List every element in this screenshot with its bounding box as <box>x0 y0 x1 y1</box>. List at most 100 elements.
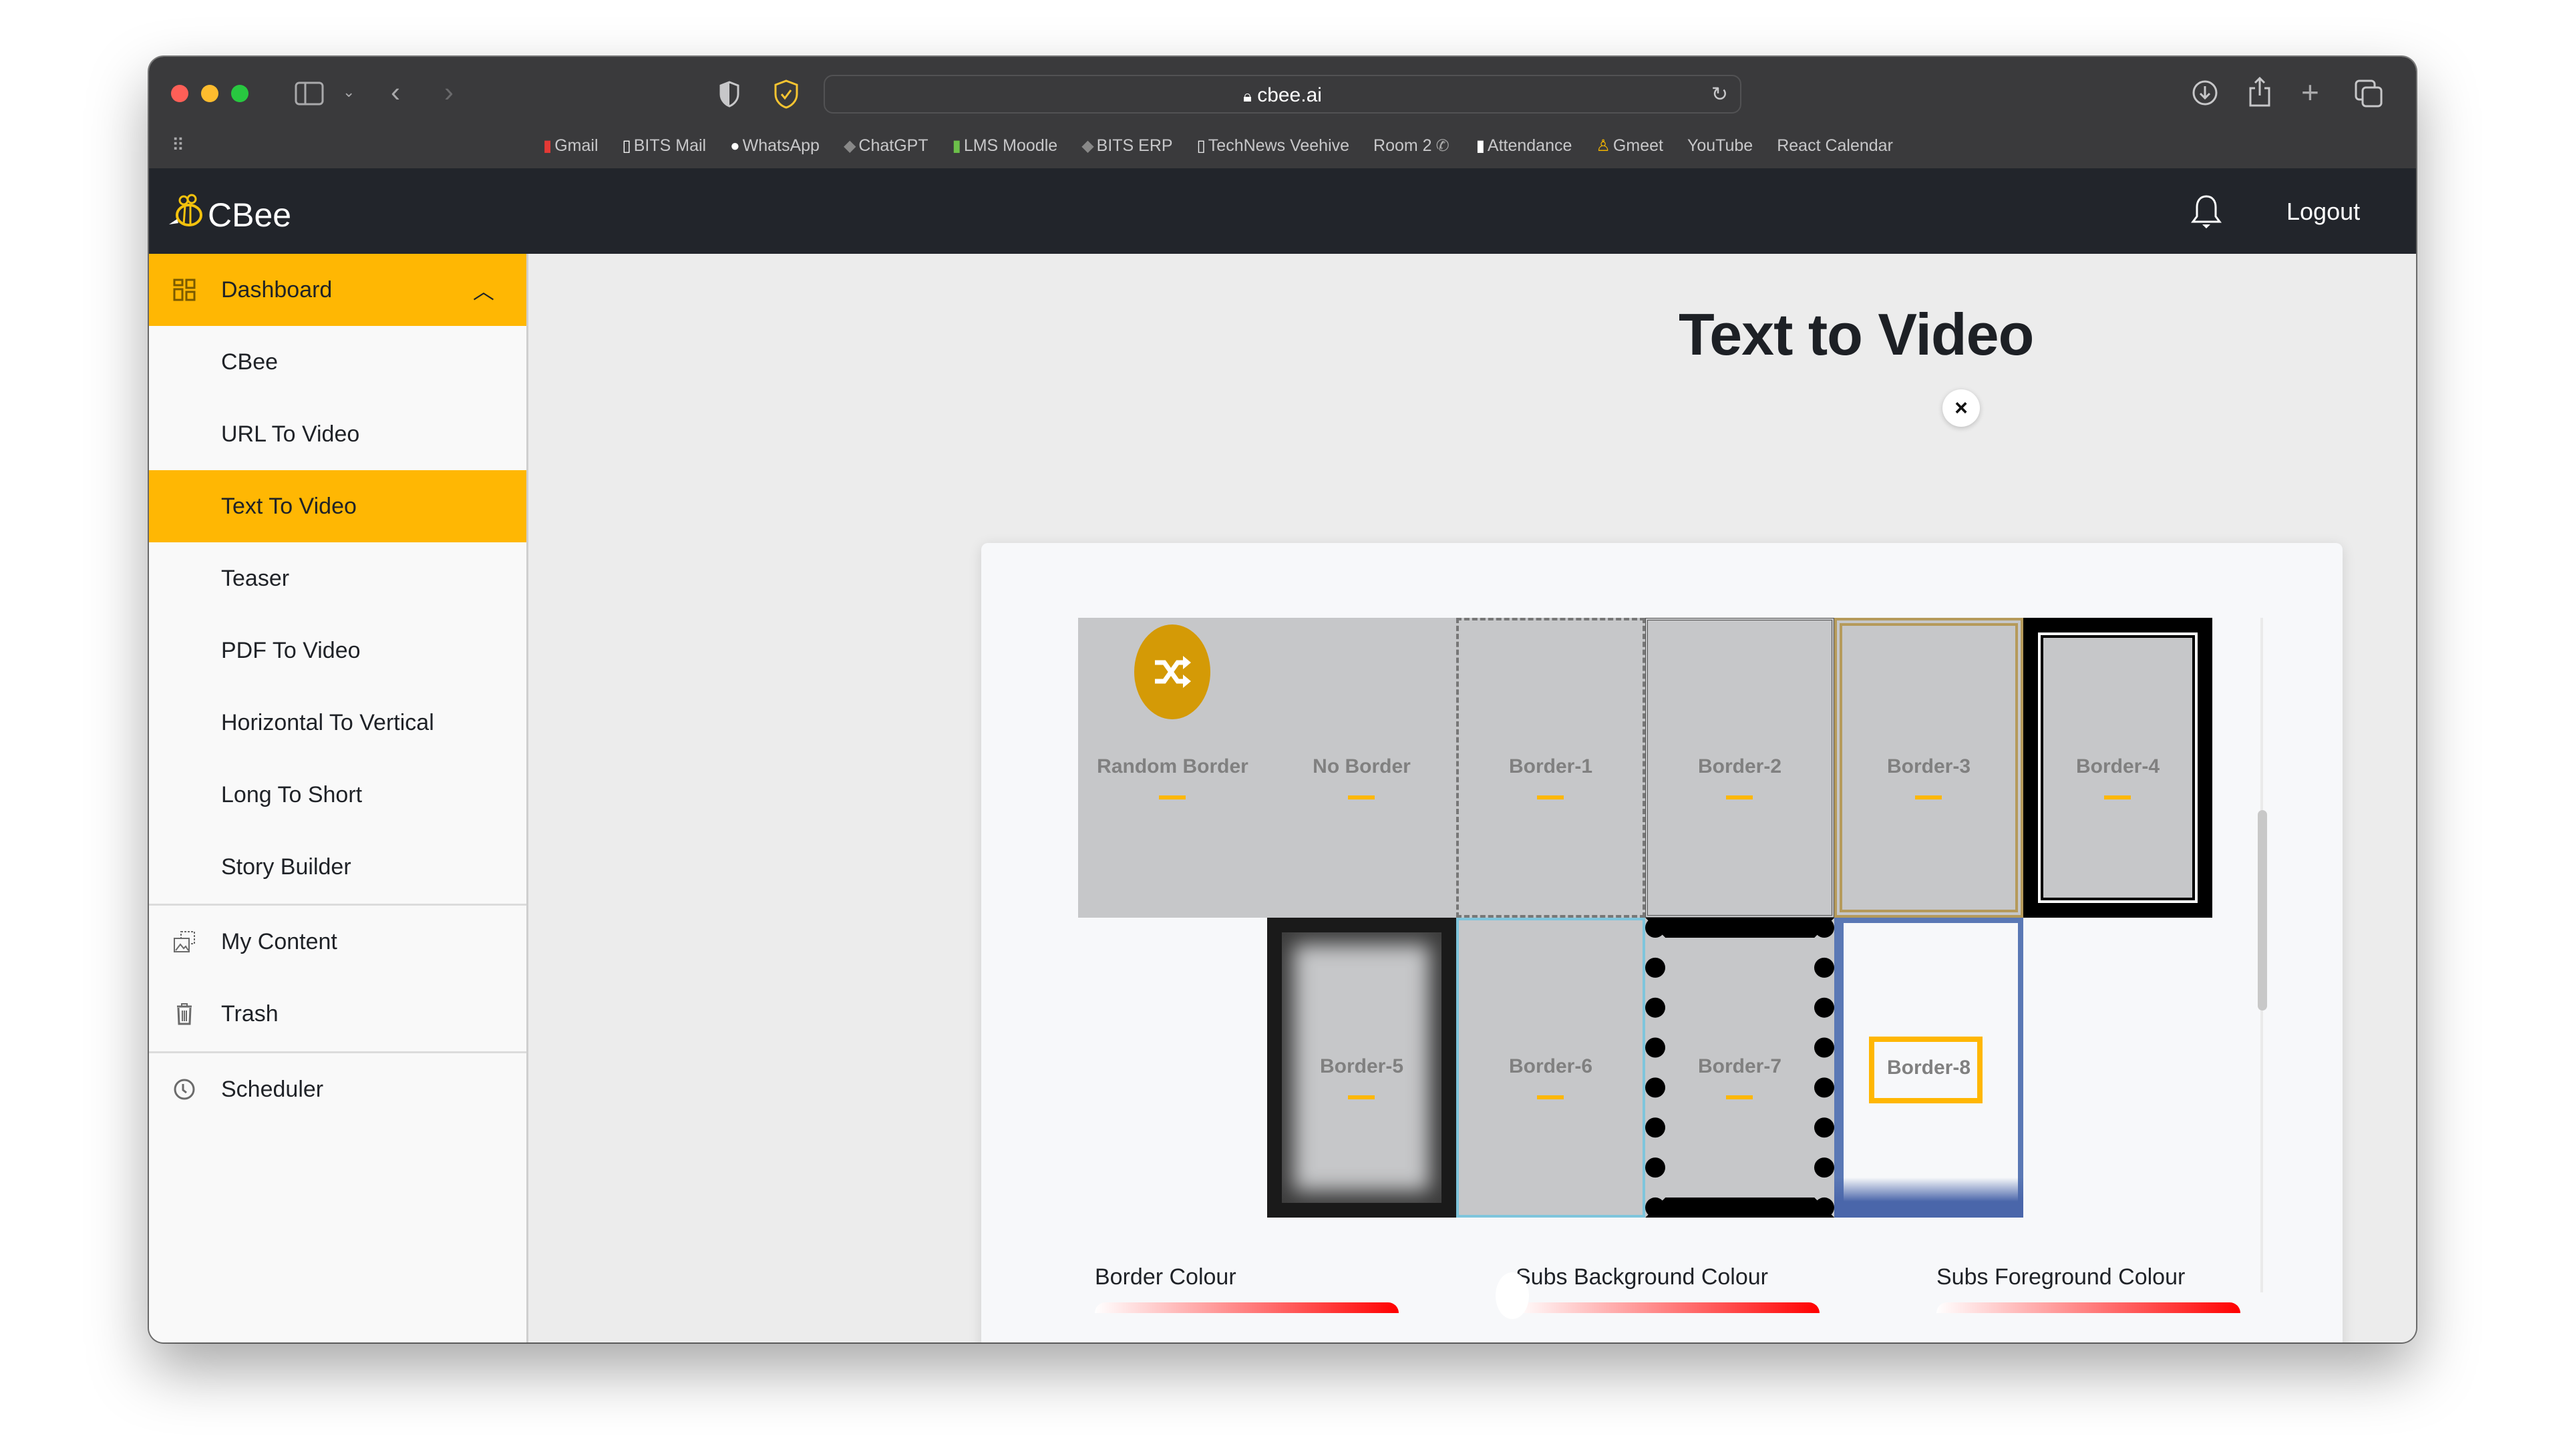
browser-window: ⌄ ‹ › 🔒︎ cbee.ai ↻ + ⠿ ▮ Gmail ▯ BITS Mail… <box>149 57 2416 1342</box>
select-indicator <box>2104 795 2131 799</box>
minimize-window-button[interactable] <box>201 85 218 102</box>
trash-icon <box>173 1003 196 1025</box>
sidebar-item-teaser[interactable]: Teaser <box>149 542 526 614</box>
modal-close-button[interactable]: × <box>1942 389 1980 427</box>
close-window-button[interactable] <box>171 85 188 102</box>
bookmark-lms-moodle[interactable]: ▮ LMS Moodle <box>953 136 1058 156</box>
select-indicator <box>1726 1095 1753 1099</box>
bookmark-attendance[interactable]: ▮ Attendance <box>1476 136 1572 156</box>
border-option-5[interactable]: Border-5 <box>1267 918 1456 1218</box>
sidebar-item-long-to-short[interactable]: Long To Short <box>149 759 526 831</box>
select-indicator <box>1537 1095 1564 1099</box>
logo[interactable]: CBee <box>168 192 291 237</box>
share-icon[interactable] <box>2248 76 2272 112</box>
subs-background-colour-picker[interactable] <box>1516 1302 1820 1313</box>
color-picker-knob[interactable] <box>1496 1272 1529 1319</box>
url-text: cbee.ai <box>1257 84 1322 106</box>
forward-icon[interactable]: › <box>444 78 454 106</box>
select-indicator <box>1726 795 1753 799</box>
border-colour-field: Border Colour <box>1095 1264 1399 1313</box>
speech-bubble-icon: ● <box>730 136 740 155</box>
bookmark-whatsapp[interactable]: ● WhatsApp <box>730 136 820 156</box>
downloads-icon[interactable] <box>2192 79 2218 110</box>
app-header: CBee Logout <box>149 168 2416 254</box>
border-option-random[interactable]: Random Border <box>1078 618 1267 918</box>
border-picker-modal: Random Border No Border Border-1 Border-… <box>981 543 2343 1342</box>
graduation-cap-icon: ◆ <box>1081 137 1094 155</box>
sidebar-item-my-content[interactable]: My Content <box>149 906 526 978</box>
border-colour-picker[interactable] <box>1095 1302 1399 1313</box>
clock-icon <box>173 1078 196 1101</box>
mailbox-icon: ▮ <box>543 137 552 155</box>
border-option-7[interactable]: Border-7 <box>1645 918 1834 1218</box>
url-bar[interactable]: 🔒︎ cbee.ai ↻ <box>824 75 1741 114</box>
select-indicator <box>1348 795 1375 799</box>
adblock-shield-icon[interactable] <box>774 79 799 113</box>
border-option-8[interactable]: Border-8 <box>1834 918 2023 1218</box>
books-icon: ▮ <box>952 137 961 155</box>
bookmark-gmeet[interactable]: ♙ Gmeet <box>1596 136 1663 156</box>
border-option-1[interactable]: Border-1 <box>1456 618 1645 918</box>
privacy-shield-icon[interactable] <box>719 81 739 112</box>
bookmark-bits-erp[interactable]: ◆ BITS ERP <box>1081 136 1172 156</box>
new-tab-icon[interactable]: + <box>2301 77 2319 108</box>
border-option-6[interactable]: Border-6 <box>1456 918 1645 1218</box>
subs-background-colour-field: Subs Background Colour <box>1516 1264 1820 1313</box>
page-title: Text to Video <box>1679 301 2034 367</box>
bee-icon <box>168 192 205 237</box>
border-option-3[interactable]: Border-3 <box>1834 618 2023 918</box>
brush-stroke-decoration <box>1834 1177 2023 1218</box>
dashboard-grid-icon <box>173 279 196 301</box>
sidebar-toggle-icon[interactable] <box>295 81 324 110</box>
select-indicator <box>1537 795 1564 799</box>
select-indicator <box>1348 1095 1375 1099</box>
image-gallery-icon <box>173 930 196 953</box>
chevron-up-icon[interactable]: ︿ <box>473 275 494 305</box>
document-icon: ▮ <box>1476 137 1485 155</box>
reload-icon[interactable]: ↻ <box>1711 83 1728 106</box>
lock-icon: 🔒︎ <box>1243 87 1252 106</box>
bookmark-room-2[interactable]: Room 2 ✆ <box>1373 136 1452 156</box>
bookmark-bits-mail[interactable]: ▯ BITS Mail <box>623 136 707 156</box>
shuffle-icon <box>1134 624 1210 719</box>
bookmark-youtube[interactable]: YouTube <box>1687 136 1753 156</box>
person-icon: ♙ <box>1596 137 1610 155</box>
select-indicator <box>1159 795 1186 799</box>
sidebar-item-text-to-video[interactable]: Text To Video <box>149 470 526 542</box>
bookmark-technews-veehive[interactable]: ▯ TechNews Veehive <box>1197 136 1349 156</box>
tab-overview-icon[interactable] <box>2355 79 2383 112</box>
notification-bell-icon[interactable] <box>2190 194 2222 228</box>
document-icon: ▯ <box>1196 137 1206 155</box>
browser-titlebar: ⌄ ‹ › 🔒︎ cbee.ai ↻ + <box>149 57 2416 127</box>
modal-scroll-thumb[interactable] <box>2258 810 2267 1011</box>
bookmark-gmail[interactable]: ▮ Gmail <box>543 136 598 156</box>
bookmarks-bar: ⠿ ▮ Gmail ▯ BITS Mail ● WhatsApp ◆ ChatGPT ▮… <box>149 127 2416 170</box>
bookmark-chatgpt[interactable]: ◆ ChatGPT <box>844 136 928 156</box>
sidebar-item-story-builder[interactable]: Story Builder <box>149 831 526 903</box>
memo-icon: ▯ <box>622 137 631 155</box>
sidebar-item-pdf-to-video[interactable]: PDF To Video <box>149 614 526 687</box>
subs-foreground-colour-field: Subs Foreground Colour <box>1936 1264 2240 1313</box>
chevron-down-icon[interactable]: ⌄ <box>343 85 355 100</box>
apps-grid-icon[interactable]: ⠿ <box>172 136 184 154</box>
sidebar-item-url-to-video[interactable]: URL To Video <box>149 398 526 470</box>
graduation-cap-icon: ◆ <box>843 137 856 155</box>
sidebar: Dashboard ︿ CBee URL To Video Text To Vi… <box>149 254 528 1342</box>
sidebar-item-horizontal-to-vertical[interactable]: Horizontal To Vertical <box>149 687 526 759</box>
border-option-4[interactable]: Border-4 <box>2023 618 2212 918</box>
border-option-2[interactable]: Border-2 <box>1645 618 1834 918</box>
logout-button[interactable]: Logout <box>2286 198 2360 226</box>
sidebar-item-scheduler[interactable]: Scheduler <box>149 1053 526 1125</box>
bookmarks-list: ▮ Gmail ▯ BITS Mail ● WhatsApp ◆ ChatGPT ▮ LM… <box>543 136 1917 156</box>
main-content: Text to Video Random Border No Border Bo… <box>528 254 2416 1342</box>
maximize-window-button[interactable] <box>231 85 248 102</box>
sidebar-item-cbee[interactable]: CBee <box>149 326 526 398</box>
telephone-icon: ✆ <box>1435 137 1449 155</box>
border-option-none[interactable]: No Border <box>1267 618 1456 918</box>
sidebar-item-trash[interactable]: Trash <box>149 978 526 1050</box>
bookmark-react-calendar[interactable]: React Calendar <box>1777 136 1893 156</box>
select-indicator <box>1915 795 1942 799</box>
sidebar-item-dashboard[interactable]: Dashboard ︿ <box>149 254 526 326</box>
subs-foreground-colour-picker[interactable] <box>1936 1302 2240 1313</box>
back-icon[interactable]: ‹ <box>391 78 400 106</box>
